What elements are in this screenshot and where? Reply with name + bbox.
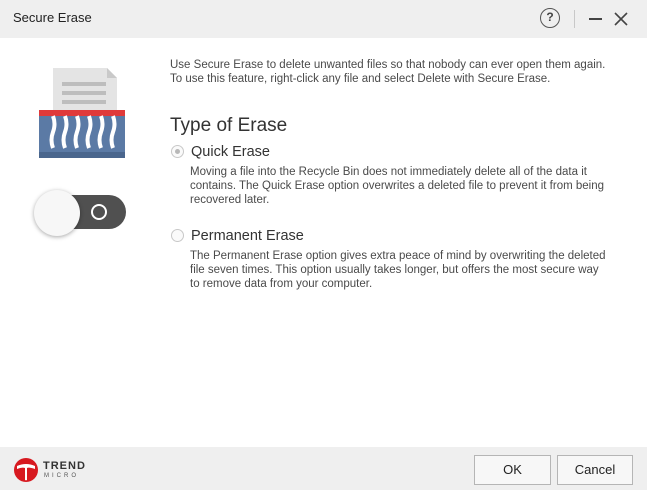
title-bar: Secure Erase ? xyxy=(0,0,647,38)
quick-erase-radio[interactable] xyxy=(171,145,184,158)
footer-bar: TREND MICRO OK Cancel xyxy=(0,447,647,490)
brand-name: TREND xyxy=(43,460,86,472)
trend-micro-logo: TREND MICRO xyxy=(13,457,103,483)
section-title: Type of Erase xyxy=(170,115,288,136)
shredder-icon xyxy=(39,68,125,158)
permanent-erase-label[interactable]: Permanent Erase xyxy=(191,228,304,244)
toggle-knob[interactable] xyxy=(34,190,80,236)
cancel-button[interactable]: Cancel xyxy=(557,455,633,485)
ok-button[interactable]: OK xyxy=(474,455,551,485)
intro-text: Use Secure Erase to delete unwanted file… xyxy=(170,59,606,85)
window-title: Secure Erase xyxy=(13,10,92,25)
close-icon[interactable] xyxy=(613,11,629,27)
minimize-icon[interactable] xyxy=(589,18,602,20)
quick-erase-description: Moving a file into the Recycle Bin does … xyxy=(190,166,605,206)
permanent-erase-radio[interactable] xyxy=(171,229,184,242)
quick-erase-label[interactable]: Quick Erase xyxy=(191,144,270,160)
toggle-off-icon xyxy=(91,204,107,220)
help-icon[interactable]: ? xyxy=(540,8,560,28)
secure-erase-toggle[interactable] xyxy=(34,190,126,236)
title-bar-divider xyxy=(574,10,575,28)
trend-micro-logo-icon xyxy=(14,458,38,482)
permanent-erase-description: The Permanent Erase option gives extra p… xyxy=(190,250,606,290)
brand-subname: MICRO xyxy=(44,473,79,479)
